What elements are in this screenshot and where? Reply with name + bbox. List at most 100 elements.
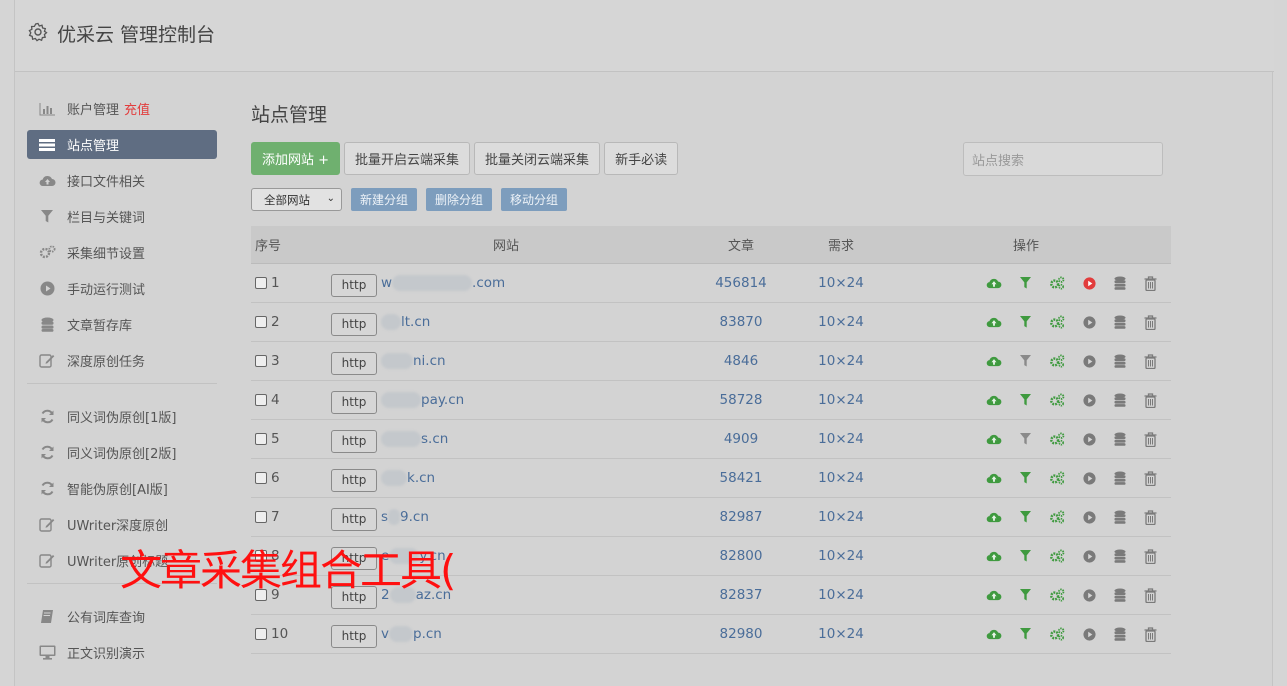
database-icon[interactable]	[1114, 274, 1126, 292]
http-button[interactable]: http	[331, 273, 377, 297]
site-link[interactable]: v p.cn	[381, 626, 442, 642]
trash-icon[interactable]	[1144, 313, 1157, 331]
batch-open-cloud-button[interactable]: 批量开启云端采集	[344, 142, 471, 175]
cogs-icon[interactable]	[1049, 586, 1065, 604]
article-count[interactable]: 456814	[681, 275, 801, 291]
database-icon[interactable]	[1114, 547, 1126, 565]
trash-icon[interactable]	[1144, 391, 1157, 409]
cloud-upload-icon[interactable]	[986, 586, 1002, 604]
play-icon[interactable]	[1083, 586, 1096, 604]
site-link[interactable]: w .com	[381, 275, 505, 291]
sidebar-item[interactable]: 站点管理	[27, 130, 217, 159]
sidebar-item[interactable]: UWriter深度原创	[27, 510, 217, 539]
cloud-upload-icon[interactable]	[986, 469, 1002, 487]
site-link[interactable]: pay.cn	[381, 392, 464, 408]
filter-icon[interactable]	[1020, 352, 1031, 370]
cloud-upload-icon[interactable]	[986, 313, 1002, 331]
filter-icon[interactable]	[1020, 508, 1031, 526]
article-count[interactable]: 82800	[681, 548, 801, 564]
cloud-upload-icon[interactable]	[986, 430, 1002, 448]
need-value[interactable]: 10×24	[801, 509, 881, 525]
cloud-upload-icon[interactable]	[986, 508, 1002, 526]
trash-icon[interactable]	[1144, 430, 1157, 448]
article-count[interactable]: 82837	[681, 587, 801, 603]
sidebar-item[interactable]: 同义词伪原创[2版]	[27, 438, 217, 467]
filter-icon[interactable]	[1020, 586, 1031, 604]
site-link[interactable]: ni.cn	[381, 353, 446, 369]
database-icon[interactable]	[1114, 352, 1126, 370]
sidebar-item[interactable]: 深度原创任务	[27, 346, 217, 375]
article-count[interactable]: 4846	[681, 353, 801, 369]
http-button[interactable]: http	[331, 429, 377, 453]
play-icon[interactable]	[1083, 391, 1096, 409]
row-checkbox[interactable]	[255, 316, 267, 328]
filter-icon[interactable]	[1020, 547, 1031, 565]
article-count[interactable]: 83870	[681, 314, 801, 330]
sidebar-item[interactable]: 栏目与关键词	[27, 202, 217, 231]
cogs-icon[interactable]	[1049, 547, 1065, 565]
trash-icon[interactable]	[1144, 547, 1157, 565]
cogs-icon[interactable]	[1049, 508, 1065, 526]
article-count[interactable]: 82980	[681, 626, 801, 642]
article-count[interactable]: 58421	[681, 470, 801, 486]
cogs-icon[interactable]	[1049, 313, 1065, 331]
row-checkbox[interactable]	[255, 511, 267, 523]
row-checkbox[interactable]	[255, 355, 267, 367]
sidebar-item[interactable]: 账户管理 充值	[27, 94, 217, 123]
play-icon[interactable]	[1083, 313, 1096, 331]
sidebar-item[interactable]: 智能伪原创[AI版]	[27, 474, 217, 503]
http-button[interactable]: http	[331, 351, 377, 375]
row-checkbox[interactable]	[255, 433, 267, 445]
filter-icon[interactable]	[1020, 274, 1031, 292]
site-link[interactable]: lt.cn	[381, 314, 430, 330]
filter-icon[interactable]	[1020, 469, 1031, 487]
need-value[interactable]: 10×24	[801, 353, 881, 369]
delete-group-button[interactable]: 删除分组	[426, 188, 493, 211]
cogs-icon[interactable]	[1049, 469, 1065, 487]
http-button[interactable]: http	[331, 624, 377, 648]
cloud-upload-icon[interactable]	[986, 625, 1002, 643]
batch-close-cloud-button[interactable]: 批量关闭云端采集	[474, 142, 601, 175]
sidebar-item[interactable]: 公有词库查询	[27, 602, 217, 631]
trash-icon[interactable]	[1144, 586, 1157, 604]
database-icon[interactable]	[1114, 430, 1126, 448]
play-icon[interactable]	[1083, 430, 1096, 448]
need-value[interactable]: 10×24	[801, 626, 881, 642]
http-button[interactable]: http	[331, 507, 377, 531]
trash-icon[interactable]	[1144, 274, 1157, 292]
sidebar-item[interactable]: 文章暂存库	[27, 310, 217, 339]
trash-icon[interactable]	[1144, 352, 1157, 370]
cogs-icon[interactable]	[1049, 625, 1065, 643]
article-count[interactable]: 4909	[681, 431, 801, 447]
need-value[interactable]: 10×24	[801, 470, 881, 486]
play-icon[interactable]	[1083, 274, 1096, 292]
sidebar-item[interactable]: 手动运行测试	[27, 274, 217, 303]
sidebar-item[interactable]: 采集细节设置	[27, 238, 217, 267]
database-icon[interactable]	[1114, 313, 1126, 331]
play-icon[interactable]	[1083, 508, 1096, 526]
site-link[interactable]: s.cn	[381, 431, 448, 447]
trash-icon[interactable]	[1144, 469, 1157, 487]
play-icon[interactable]	[1083, 625, 1096, 643]
filter-icon[interactable]	[1020, 625, 1031, 643]
need-value[interactable]: 10×24	[801, 548, 881, 564]
http-button[interactable]: http	[331, 468, 377, 492]
add-site-button[interactable]: 添加网站 +	[251, 142, 341, 175]
need-value[interactable]: 10×24	[801, 587, 881, 603]
new-group-button[interactable]: 新建分组	[351, 188, 418, 211]
need-value[interactable]: 10×24	[801, 431, 881, 447]
move-group-button[interactable]: 移动分组	[501, 188, 568, 211]
play-icon[interactable]	[1083, 547, 1096, 565]
trash-icon[interactable]	[1144, 625, 1157, 643]
filter-icon[interactable]	[1020, 313, 1031, 331]
database-icon[interactable]	[1114, 586, 1126, 604]
row-checkbox[interactable]	[255, 394, 267, 406]
http-button[interactable]: http	[331, 390, 377, 414]
site-link[interactable]: s 9.cn	[381, 509, 429, 525]
need-value[interactable]: 10×24	[801, 392, 881, 408]
need-value[interactable]: 10×24	[801, 314, 881, 330]
cogs-icon[interactable]	[1049, 274, 1065, 292]
database-icon[interactable]	[1114, 625, 1126, 643]
sidebar-item[interactable]: 同义词伪原创[1版]	[27, 402, 217, 431]
cloud-upload-icon[interactable]	[986, 274, 1002, 292]
